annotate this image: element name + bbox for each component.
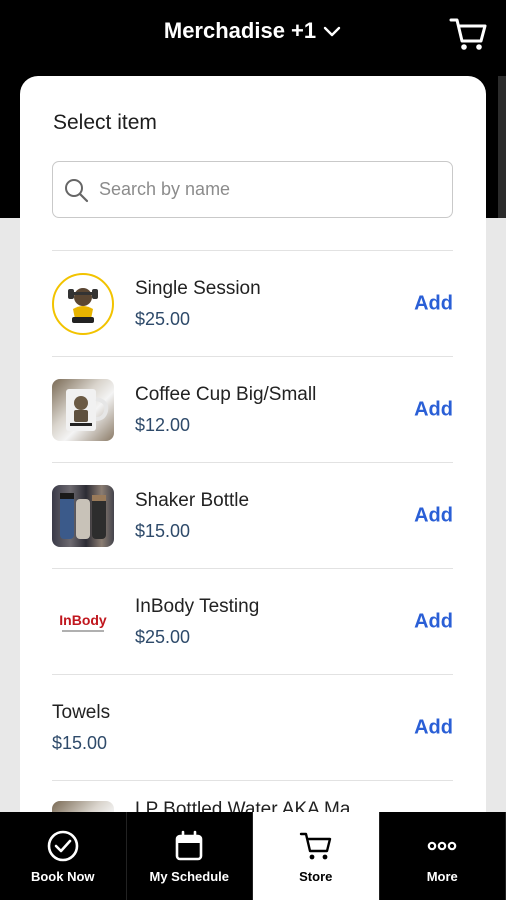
- nav-my-schedule[interactable]: My Schedule: [127, 812, 253, 900]
- water-bottle-photo: [52, 801, 114, 812]
- item-info: Single Session $25.00: [135, 278, 261, 330]
- lp-fitness-logo: [52, 272, 114, 335]
- item-price: $25.00: [135, 626, 191, 647]
- shaker-bottle-art: [60, 492, 106, 539]
- nav-label: Book Now: [30, 868, 95, 884]
- list-item[interactable]: Towels $15.00 Add: [52, 675, 453, 780]
- background-strip: [498, 76, 506, 218]
- item-price: $25.00: [135, 308, 191, 329]
- check-circle-icon: [47, 830, 79, 861]
- search-placeholder: Search by name: [99, 179, 231, 199]
- calendar-icon: [175, 830, 203, 860]
- search-icon: [65, 178, 89, 202]
- more-dots-icon: [427, 841, 457, 850]
- add-button[interactable]: Add: [414, 716, 453, 739]
- item-list: Single Session $25.00 Add Coffee Cup Big…: [52, 250, 453, 812]
- search-input[interactable]: Search by name: [52, 161, 453, 218]
- sheet-title: Select item: [53, 111, 157, 134]
- list-item[interactable]: Single Session $25.00 Add: [52, 251, 453, 356]
- cart-icon: [299, 832, 331, 859]
- add-button[interactable]: Add: [414, 504, 453, 527]
- coffee-cup-photo: [52, 378, 114, 441]
- nav-label: More: [426, 868, 458, 884]
- inbody-logo-text: InBody: [59, 612, 107, 628]
- coffee-cup-art: [66, 388, 109, 431]
- inbody-logo-art: InBody: [59, 612, 107, 632]
- item-name: Towels: [52, 701, 111, 723]
- item-info: Towels $15.00: [52, 702, 110, 754]
- item-price: $15.00: [52, 732, 108, 753]
- nav-label: Store: [299, 868, 333, 884]
- item-price: $12.00: [135, 414, 191, 435]
- item-price: $15.00: [135, 520, 191, 541]
- nav-label: My Schedule: [149, 868, 229, 884]
- item-info: Shaker Bottle $15.00: [135, 490, 249, 542]
- location-title: Merchadise +1: [163, 18, 317, 43]
- add-button[interactable]: Add: [414, 610, 453, 633]
- item-name: InBody Testing: [135, 595, 260, 617]
- list-item[interactable]: LP Bottled Water AKA Ma...: [52, 781, 453, 812]
- add-button[interactable]: Add: [414, 292, 453, 315]
- shaker-bottle-photo: [52, 484, 114, 547]
- item-name: LP Bottled Water AKA Ma...: [135, 799, 367, 812]
- bottom-navigation: Book Now My Schedule Store More: [0, 812, 506, 900]
- add-button[interactable]: Add: [414, 398, 453, 421]
- list-item[interactable]: InBody InBody Testing $25.00 Add: [52, 569, 453, 674]
- select-item-sheet: Select item Search by name Single Sessio…: [20, 76, 486, 812]
- nav-book-now[interactable]: Book Now: [0, 812, 127, 900]
- location-selector[interactable]: Merchadise +1: [0, 18, 506, 44]
- item-info: Coffee Cup Big/Small $12.00: [135, 384, 316, 436]
- item-info: InBody Testing $25.00: [135, 596, 259, 648]
- chevron-down-icon: [323, 26, 341, 37]
- item-name: Coffee Cup Big/Small: [135, 383, 317, 405]
- nav-more[interactable]: More: [380, 812, 506, 900]
- inbody-logo: InBody: [52, 590, 114, 653]
- item-name: Single Session: [135, 277, 261, 299]
- list-item[interactable]: Coffee Cup Big/Small $12.00 Add: [52, 357, 453, 462]
- cart-icon[interactable]: [448, 14, 488, 54]
- item-name: Shaker Bottle: [135, 489, 250, 511]
- lp-fitness-logo-art: [56, 276, 110, 331]
- list-item[interactable]: Shaker Bottle $15.00 Add: [52, 463, 453, 568]
- nav-store[interactable]: Store: [253, 812, 380, 900]
